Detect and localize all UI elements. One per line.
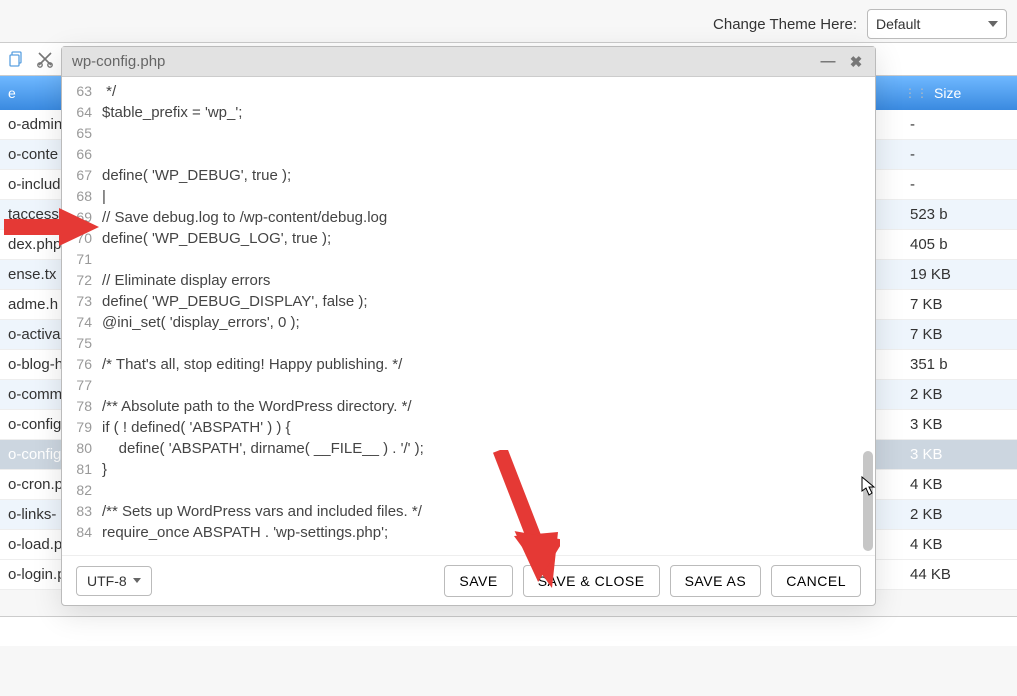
file-size: 351 b — [880, 356, 1017, 373]
editor-footer: UTF-8 SAVE SAVE & CLOSE SAVE AS CANCEL — [62, 555, 875, 605]
file-size: 4 KB — [880, 476, 1017, 493]
save-as-button[interactable]: SAVE AS — [670, 565, 762, 597]
theme-value: Default — [876, 16, 920, 32]
scroll-thumb[interactable] — [863, 451, 873, 551]
file-size: 3 KB — [880, 446, 1017, 463]
file-size: - — [880, 146, 1017, 163]
file-size: 523 b — [880, 206, 1017, 223]
file-size: 44 KB — [880, 566, 1017, 583]
footer-bar — [0, 616, 1017, 646]
cancel-button[interactable]: CANCEL — [771, 565, 861, 597]
file-size: 3 KB — [880, 416, 1017, 433]
editor-titlebar: wp-config.php — ✖ — [62, 47, 875, 77]
theme-select[interactable]: Default — [867, 9, 1007, 39]
editor-title: wp-config.php — [72, 53, 165, 70]
encoding-select[interactable]: UTF-8 — [76, 566, 152, 596]
file-size: 2 KB — [880, 506, 1017, 523]
chevron-down-icon — [133, 578, 141, 583]
editor-body[interactable]: 6364656667686970717273747576777879808182… — [62, 77, 875, 555]
close-button[interactable]: ✖ — [847, 53, 865, 71]
line-gutter: 6364656667686970717273747576777879808182… — [62, 77, 98, 555]
save-button[interactable]: SAVE — [444, 565, 512, 597]
code-area[interactable]: */$table_prefix = 'wp_';define( 'WP_DEBU… — [98, 77, 857, 555]
editor-window: wp-config.php — ✖ 6364656667686970717273… — [61, 46, 876, 606]
copy-icon[interactable] — [8, 50, 26, 68]
topbar: Change Theme Here: Default — [0, 0, 1017, 42]
file-size: 7 KB — [880, 296, 1017, 313]
mouse-cursor-icon — [861, 476, 877, 496]
file-size: 7 KB — [880, 326, 1017, 343]
file-size: - — [880, 176, 1017, 193]
save-close-button[interactable]: SAVE & CLOSE — [523, 565, 660, 597]
file-size: - — [880, 116, 1017, 133]
grip-icon: ⋮⋮ — [904, 86, 928, 100]
file-size: 4 KB — [880, 536, 1017, 553]
file-size: 405 b — [880, 236, 1017, 253]
encoding-value: UTF-8 — [87, 573, 127, 589]
file-size: 19 KB — [880, 266, 1017, 283]
chevron-down-icon — [988, 21, 998, 27]
minimize-button[interactable]: — — [819, 53, 837, 71]
col-size-header[interactable]: ⋮⋮Size — [880, 85, 1017, 101]
theme-label: Change Theme Here: — [713, 16, 857, 33]
editor-scrollbar[interactable] — [863, 81, 873, 535]
file-size: 2 KB — [880, 386, 1017, 403]
cut-icon[interactable] — [36, 50, 54, 68]
